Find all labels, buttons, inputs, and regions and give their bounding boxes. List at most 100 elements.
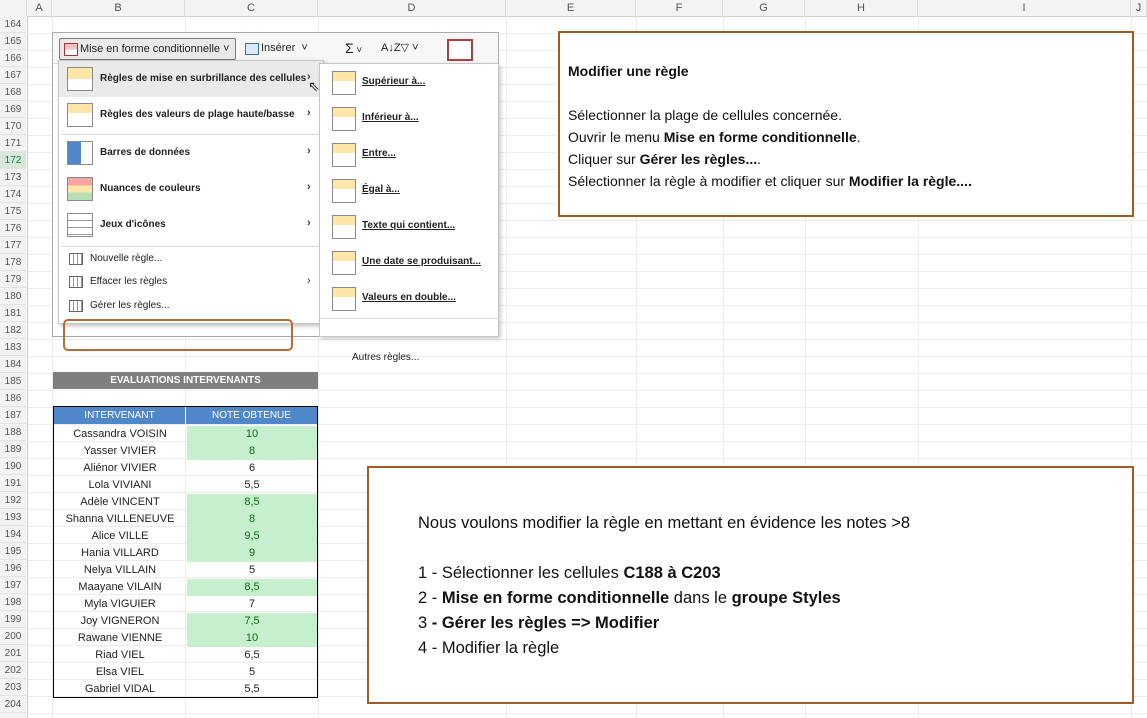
note-cell[interactable]: 7,5 — [187, 613, 317, 630]
intervenant-cell[interactable]: Alice VILLE — [54, 528, 186, 545]
note-cell[interactable]: 9 — [187, 545, 317, 562]
row-header[interactable]: 166 — [0, 50, 26, 67]
sort-filter-button[interactable]: A↓Z▽ ˅ — [381, 38, 419, 58]
row-header[interactable]: 180 — [0, 288, 26, 305]
submenu-item-equal[interactable]: Égal à... — [320, 172, 498, 208]
row-header[interactable]: 200 — [0, 628, 26, 645]
column-header-d[interactable]: D — [318, 0, 506, 16]
menu-item-icon-sets[interactable]: Jeux d'icônes › — [59, 207, 323, 243]
note-cell[interactable]: 8,5 — [187, 494, 317, 511]
row-header[interactable]: 196 — [0, 560, 26, 577]
submenu-item-between[interactable]: Entre... — [320, 136, 498, 172]
table-row[interactable]: Yasser VIVIER 8 — [54, 443, 317, 460]
intervenant-cell[interactable]: Myla VIGUIER — [54, 596, 186, 613]
row-header[interactable]: 189 — [0, 441, 26, 458]
format-cells-icon[interactable] — [447, 39, 473, 61]
table-row[interactable]: Adèle VINCENT 8,5 — [54, 494, 317, 511]
column-header-a[interactable]: A — [27, 0, 52, 16]
note-cell[interactable]: 6 — [187, 460, 317, 477]
row-header[interactable]: 203 — [0, 679, 26, 696]
row-header[interactable]: 182 — [0, 322, 26, 339]
note-cell[interactable]: 8 — [187, 511, 317, 528]
submenu-item-text-contains[interactable]: Texte qui contient... — [320, 208, 498, 244]
insert-button[interactable]: Insérer ˅ — [243, 38, 308, 58]
row-header[interactable]: 186 — [0, 390, 26, 407]
row-header[interactable]: 165 — [0, 33, 26, 50]
column-header-b[interactable]: B — [52, 0, 185, 16]
menu-item-new-rule[interactable]: Nouvelle règle... — [59, 248, 323, 270]
intervenant-cell[interactable]: Maayane VILAIN — [54, 579, 186, 596]
row-header[interactable]: 194 — [0, 526, 26, 543]
row-header[interactable]: 176 — [0, 220, 26, 237]
note-cell[interactable]: 5,5 — [187, 477, 317, 494]
column-header-c[interactable]: C — [185, 0, 318, 16]
table-row[interactable]: Shanna VILLENEUVE 8 — [54, 511, 317, 528]
table-row[interactable]: Cassandra VOISIN 10 — [54, 426, 317, 443]
note-cell[interactable]: 8 — [187, 443, 317, 460]
table-row[interactable]: Lola VIVIANI 5,5 — [54, 477, 317, 494]
menu-item-top-bottom-rules[interactable]: Règles des valeurs de plage haute/basse … — [59, 97, 323, 133]
menu-item-color-scales[interactable]: Nuances de couleurs › — [59, 171, 323, 207]
column-header-g[interactable]: G — [723, 0, 805, 16]
column-header-f[interactable]: F — [636, 0, 723, 16]
intervenant-cell[interactable]: Shanna VILLENEUVE — [54, 511, 186, 528]
column-header-h[interactable]: H — [805, 0, 918, 16]
menu-item-clear-rules[interactable]: Effacer les règles › — [59, 271, 323, 293]
intervenant-cell[interactable]: Yasser VIVIER — [54, 443, 186, 460]
menu-item-data-bars[interactable]: Barres de données › — [59, 135, 323, 171]
row-header[interactable]: 188 — [0, 424, 26, 441]
row-header[interactable]: 202 — [0, 662, 26, 679]
intervenant-cell[interactable]: Aliénor VIVIER — [54, 460, 186, 477]
row-header[interactable]: 204 — [0, 696, 26, 713]
row-header[interactable]: 171 — [0, 135, 26, 152]
submenu-item-date-occurring[interactable]: Une date se produisant... — [320, 244, 498, 280]
autosum-button[interactable]: Σ ˅ — [345, 38, 362, 58]
menu-item-highlight-rules[interactable]: Règles de mise en surbrillance des cellu… — [59, 61, 323, 97]
row-header[interactable]: 175 — [0, 203, 26, 220]
row-header[interactable]: 185 — [0, 373, 26, 390]
note-cell[interactable]: 9,5 — [187, 528, 317, 545]
table-row[interactable]: Myla VIGUIER 7 — [54, 596, 317, 613]
table-row[interactable]: Maayane VILAIN 8,5 — [54, 579, 317, 596]
table-row[interactable]: Elsa VIEL 5 — [54, 664, 317, 681]
note-cell[interactable]: 10 — [187, 630, 317, 647]
submenu-item-duplicates[interactable]: Valeurs en double... — [320, 280, 498, 316]
column-header-i[interactable]: I — [918, 0, 1131, 16]
row-header[interactable]: 198 — [0, 594, 26, 611]
note-cell[interactable]: 8,5 — [187, 579, 317, 596]
row-header[interactable]: 173 — [0, 169, 26, 186]
intervenant-cell[interactable]: Adèle VINCENT — [54, 494, 186, 511]
row-header[interactable]: 168 — [0, 84, 26, 101]
row-header[interactable]: 167 — [0, 67, 26, 84]
row-header[interactable]: 193 — [0, 509, 26, 526]
note-cell[interactable]: 6,5 — [187, 647, 317, 664]
table-row[interactable]: Hania VILLARD 9 — [54, 545, 317, 562]
row-header[interactable]: 178 — [0, 254, 26, 271]
intervenant-cell[interactable]: Elsa VIEL — [54, 664, 186, 681]
note-cell[interactable]: 5 — [187, 562, 317, 579]
row-header[interactable]: 177 — [0, 237, 26, 254]
select-all-corner[interactable] — [0, 0, 27, 16]
intervenant-cell[interactable]: Hania VILLARD — [54, 545, 186, 562]
row-header[interactable]: 190 — [0, 458, 26, 475]
intervenant-cell[interactable]: Gabriel VIDAL — [54, 681, 186, 698]
row-header[interactable]: 164 — [0, 16, 26, 33]
row-header[interactable]: 181 — [0, 305, 26, 322]
table-row[interactable]: Riad VIEL 6,5 — [54, 647, 317, 664]
table-row[interactable]: Aliénor VIVIER 6 — [54, 460, 317, 477]
intervenant-cell[interactable]: Riad VIEL — [54, 647, 186, 664]
intervenant-cell[interactable]: Nelya VILLAIN — [54, 562, 186, 579]
row-header[interactable]: 184 — [0, 356, 26, 373]
table-row[interactable]: Rawane VIENNE 10 — [54, 630, 317, 647]
table-row[interactable]: Gabriel VIDAL 5,5 — [54, 681, 317, 698]
table-row[interactable]: Nelya VILLAIN 5 — [54, 562, 317, 579]
table-row[interactable]: Joy VIGNERON 7,5 — [54, 613, 317, 630]
row-header[interactable]: 174 — [0, 186, 26, 203]
intervenant-cell[interactable]: Rawane VIENNE — [54, 630, 186, 647]
row-header[interactable]: 179 — [0, 271, 26, 288]
submenu-item-more-rules[interactable]: Autres règles... — [352, 352, 419, 363]
note-cell[interactable]: 5,5 — [187, 681, 317, 698]
row-header[interactable]: 170 — [0, 118, 26, 135]
conditional-formatting-button[interactable]: Mise en forme conditionnelle ˅ — [59, 38, 236, 60]
row-header[interactable]: 197 — [0, 577, 26, 594]
